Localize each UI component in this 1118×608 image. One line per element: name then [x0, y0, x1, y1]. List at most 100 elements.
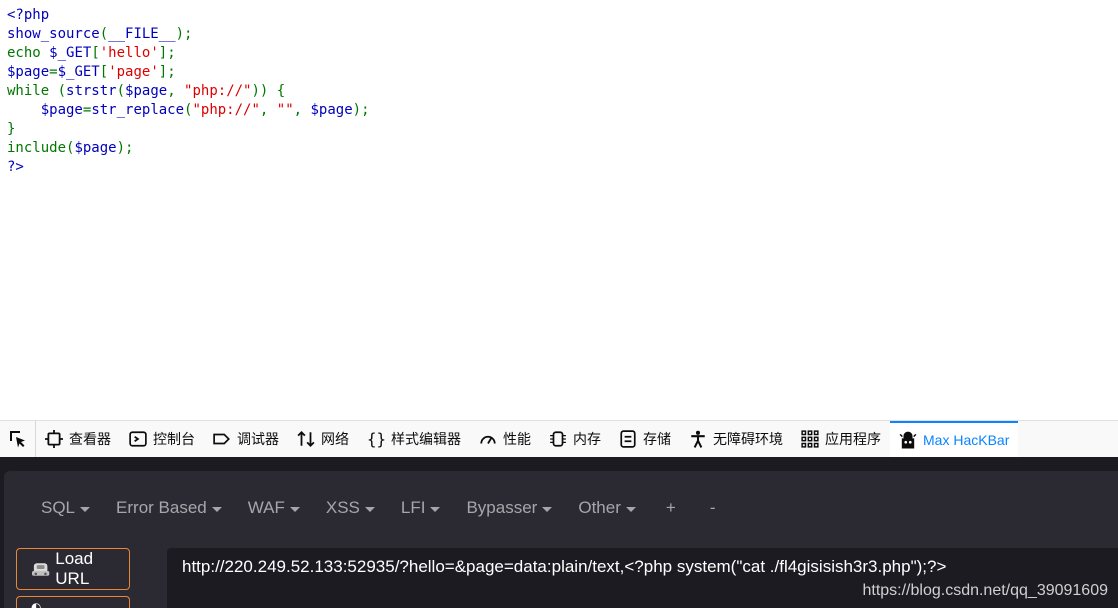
hackbar-panel: SQL Error Based WAF XSS LFI Bypasser Other + - L… — [0, 457, 1118, 608]
devtools-tabs: 查看器 控制台 调试器 网络 {} 样式编辑器 性能 内存 存储 无障碍环境 应用程序 Max Hac… — [36, 420, 1019, 458]
hackbar-menu-label: Bypasser — [466, 498, 538, 517]
chevron-down-icon — [625, 506, 636, 512]
tab-performance[interactable]: 性能 — [470, 421, 540, 457]
code-token: $page — [74, 140, 117, 156]
code-token: } — [7, 121, 16, 137]
watermark: https://blog.csdn.net/qq_39091609 — [862, 582, 1108, 599]
load-url-button[interactable]: Load URL — [16, 548, 130, 590]
hackbar-menu-label: SQL — [41, 498, 76, 517]
tab-console[interactable]: 控制台 — [120, 421, 204, 457]
code-token: [ — [99, 64, 109, 80]
tab-application[interactable]: 应用程序 — [792, 421, 890, 457]
chevron-down-icon — [289, 506, 300, 512]
code-line: $page=str_replace("php://", "", $page); — [7, 101, 370, 120]
hackbar-menu-label: WAF — [247, 498, 285, 517]
svg-text:{}: {} — [367, 430, 385, 448]
element-picker-icon — [9, 431, 25, 448]
tab-memory[interactable]: 内存 — [540, 421, 610, 457]
hackbar-menu-label: Error Based — [116, 498, 207, 517]
code-token: = — [49, 64, 58, 80]
chevron-down-icon — [80, 506, 91, 512]
hackbar-menu-xss[interactable]: XSS — [313, 498, 388, 518]
tab-network[interactable]: 网络 — [288, 421, 358, 457]
tab-label: 应用程序 — [825, 431, 881, 447]
storage-icon — [620, 430, 636, 448]
code-token: ]; — [158, 64, 176, 80]
code-token: $_GET — [57, 64, 100, 80]
chevron-down-icon — [542, 506, 553, 512]
code-line: <?php — [7, 6, 370, 25]
element-picker-button[interactable] — [0, 421, 36, 457]
chevron-down-icon — [430, 506, 441, 512]
code-token: ( — [116, 83, 126, 99]
code-line: } — [7, 120, 370, 139]
tab-label: 内存 — [573, 431, 601, 447]
code-line: ?> — [7, 158, 370, 177]
hackbar-menu-waf[interactable]: WAF — [235, 498, 313, 518]
tab-label: 性能 — [503, 431, 531, 447]
code-line: $page=$_GET['page']; — [7, 63, 370, 82]
code-token: ); — [116, 140, 134, 156]
code-token: ]; — [158, 45, 176, 61]
split-url-button[interactable]: ◐ — [16, 596, 130, 608]
tab-label: 控制台 — [153, 431, 195, 447]
code-token: , — [259, 102, 277, 118]
hackbar-menu-label: LFI — [400, 498, 426, 517]
hackbar-menu-label: - — [709, 498, 716, 517]
code-token: "php://" — [192, 102, 260, 118]
code-token: $page — [7, 64, 50, 80]
tab-inspector[interactable]: 查看器 — [36, 421, 120, 457]
code-token: 'hello' — [99, 45, 159, 61]
tab-label: 查看器 — [69, 431, 111, 447]
hackbar-icon — [899, 431, 917, 449]
tab-debugger[interactable]: 调试器 — [204, 421, 288, 457]
code-token: $page — [125, 83, 168, 99]
code-token: [ — [91, 45, 100, 61]
tab-hackbar[interactable]: Max HacKBar — [890, 420, 1019, 458]
load-url-label: Load URL — [55, 549, 94, 588]
hackbar-menu-other[interactable]: Other — [565, 498, 649, 518]
chevron-down-icon — [364, 506, 375, 512]
code-token: "php://" — [184, 83, 252, 99]
code-token: $page — [40, 102, 83, 118]
network-icon — [297, 430, 315, 448]
load-url-icon — [31, 563, 50, 576]
application-icon — [801, 430, 819, 448]
code-token: ( — [99, 26, 109, 42]
code-token: ); — [352, 102, 370, 118]
code-token: while ( — [7, 83, 67, 99]
debugger-icon — [213, 433, 230, 445]
code-token: include( — [7, 140, 75, 156]
performance-icon — [480, 435, 496, 444]
code-token: show_source — [7, 26, 100, 42]
hackbar-menu-sql[interactable]: SQL — [28, 498, 103, 518]
code-token: $_GET — [49, 45, 92, 61]
tab-label: 样式编辑器 — [391, 431, 461, 447]
inspector-icon — [45, 430, 63, 448]
console-icon — [129, 431, 147, 447]
code-token: , — [293, 102, 311, 118]
code-token: )) { — [251, 83, 286, 99]
code-token: ?> — [7, 159, 24, 175]
hackbar-menu: SQL Error Based WAF XSS LFI Bypasser Other + - — [28, 493, 732, 523]
tab-label: 调试器 — [237, 431, 279, 447]
hackbar-menu-bypasser[interactable]: Bypasser — [453, 498, 565, 518]
code-token: 'page' — [108, 64, 159, 80]
hackbar-menu-add[interactable]: + — [649, 498, 693, 518]
code-token: echo — [7, 45, 50, 61]
split-url-icon: ◐ — [31, 599, 42, 608]
hackbar-menu-lfi[interactable]: LFI — [388, 498, 454, 518]
style-editor-icon: {} — [367, 430, 385, 448]
tab-storage[interactable]: 存储 — [610, 421, 680, 457]
hackbar-menu-remove[interactable]: - — [693, 498, 733, 518]
hackbar-menu-label: XSS — [325, 498, 360, 517]
tab-style-editor[interactable]: {} 样式编辑器 — [358, 421, 470, 457]
hackbar-menu-label: Other — [578, 498, 621, 517]
code-token: , — [167, 83, 185, 99]
hackbar-menu-error-based[interactable]: Error Based — [103, 498, 235, 518]
tab-accessibility[interactable]: 无障碍环境 — [680, 421, 792, 457]
devtools-toolbar: 查看器 控制台 调试器 网络 {} 样式编辑器 性能 内存 存储 无障碍环境 应用程序 Max Hac… — [0, 420, 1118, 458]
code-line: include($page); — [7, 139, 370, 158]
tab-label: 网络 — [321, 431, 349, 447]
